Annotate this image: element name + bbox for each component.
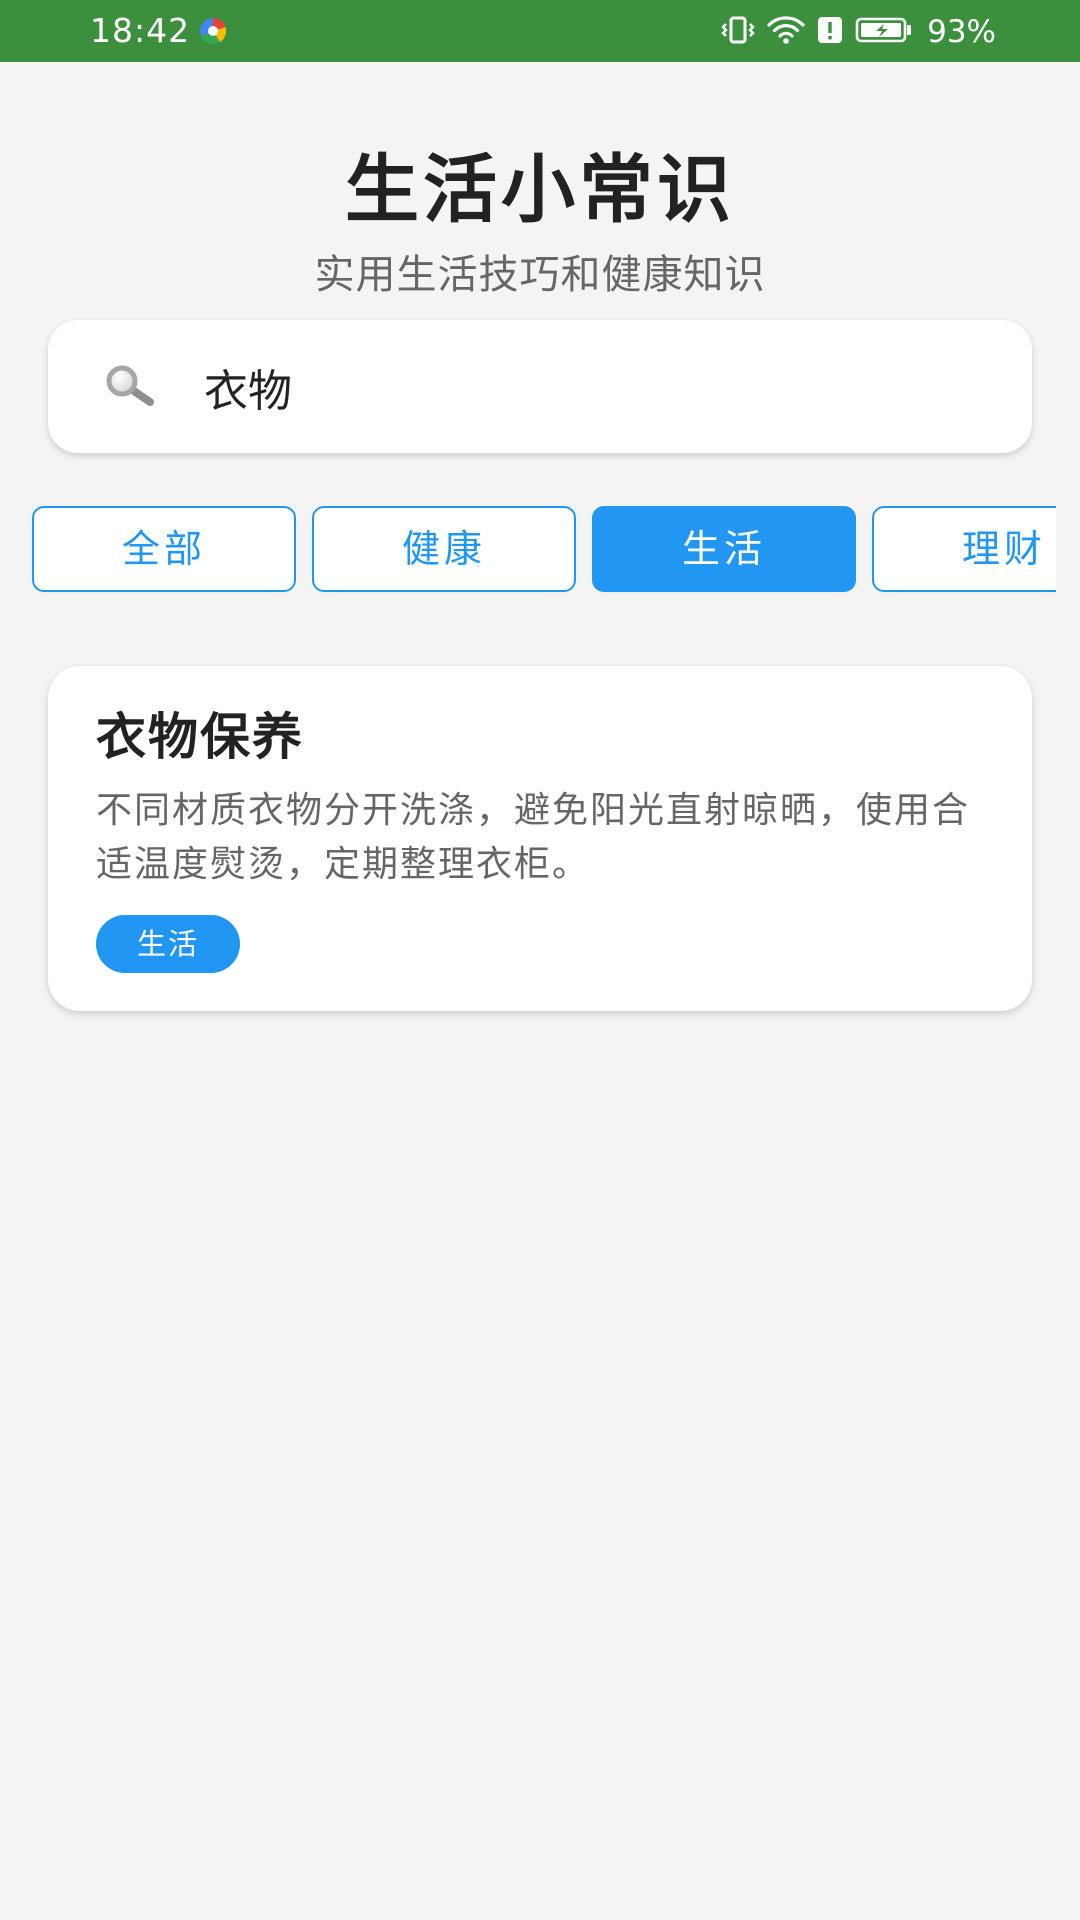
page-subtitle: 实用生活技巧和健康知识 xyxy=(314,252,766,298)
status-icons: 93% xyxy=(721,14,996,50)
app-notification-icon xyxy=(198,16,228,46)
alert-icon xyxy=(817,15,843,49)
wifi-icon xyxy=(767,15,805,49)
page-title: 生活小常识 xyxy=(345,147,735,233)
tab-finance[interactable]: 理财 xyxy=(872,506,1056,592)
search-input[interactable] xyxy=(204,352,984,422)
tab-all[interactable]: 全部 xyxy=(32,506,296,592)
battery-charging-icon xyxy=(855,16,913,48)
status-bar: 18:42 93% xyxy=(0,0,1080,62)
category-tabs: 全部 健康 生活 理财 xyxy=(32,506,1056,594)
tip-title: 衣物保养 xyxy=(96,708,304,766)
status-time: 18:42 xyxy=(90,11,191,50)
tip-body: 不同材质衣物分开洗涤，避免阳光直射晾晒，使用合适温度熨烫，定期整理衣柜。 xyxy=(96,790,971,885)
battery-percent: 93% xyxy=(927,14,996,50)
tip-category-tag: 生活 xyxy=(96,915,240,973)
vibrate-icon xyxy=(721,15,755,49)
tab-life[interactable]: 生活 xyxy=(592,506,856,592)
search-icon xyxy=(104,364,158,408)
tab-health[interactable]: 健康 xyxy=(312,506,576,592)
